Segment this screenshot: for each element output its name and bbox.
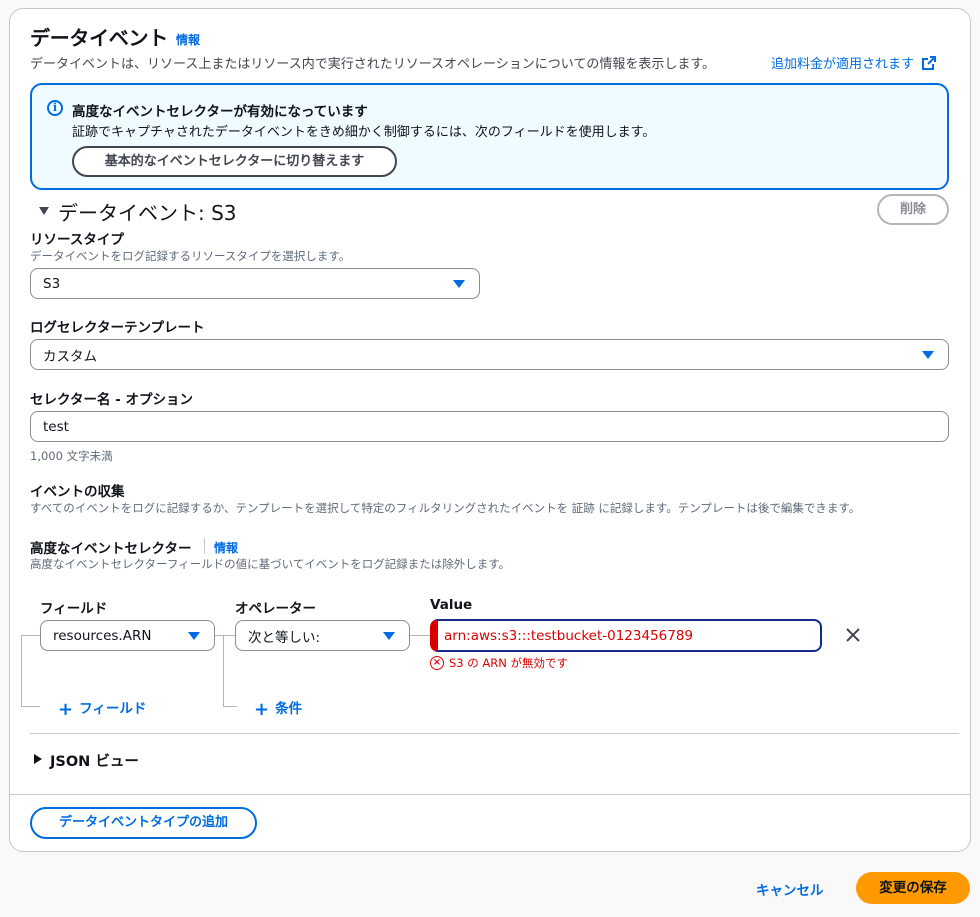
add-field-button[interactable]: + フィールド (58, 697, 146, 720)
operator-select-value: 次と等しい: (248, 629, 321, 646)
caret-down-icon (453, 279, 465, 288)
field-select-value: resources.ARN (53, 627, 152, 644)
add-field-label: フィールド (79, 701, 147, 717)
tree-line (223, 706, 237, 707)
event-collection-label: イベントの収集 (30, 484, 125, 500)
tree-line (21, 706, 40, 707)
tree-line (410, 635, 430, 636)
pricing-link-label[interactable]: 追加料金が適用されます (771, 57, 914, 72)
caret-down-icon[interactable] (38, 206, 50, 216)
switch-basic-selectors-button[interactable]: 基本的なイベントセレクターに切り替えます (72, 146, 397, 177)
selector-name-label: セレクター名 - オプション (30, 392, 193, 408)
log-selector-template-value: カスタム (43, 348, 97, 365)
header-description: データイベントは、リソース上またはリソース内で実行されたリソースオペレーションに… (30, 57, 716, 72)
operator-select[interactable]: 次と等しい: (235, 620, 410, 651)
data-event-section-title[interactable]: データイベント: S3 (58, 197, 237, 226)
tree-line (21, 635, 40, 636)
advanced-selectors-info-link[interactable]: 情報 (214, 539, 238, 556)
add-condition-label: 条件 (275, 701, 303, 717)
divider (30, 733, 959, 734)
tree-line (21, 635, 22, 706)
page-title: データイベント (30, 26, 168, 50)
json-view-toggle[interactable]: JSON ビュー (50, 750, 139, 771)
resource-type-label: リソースタイプ (30, 232, 124, 248)
divider (10, 794, 970, 795)
selector-name-input[interactable]: test (30, 411, 949, 442)
caret-right-icon[interactable] (33, 753, 43, 765)
resource-type-description: データイベントをログ記録するリソースタイプを選択します。 (30, 249, 351, 263)
remove-condition-icon[interactable] (845, 627, 861, 643)
event-collection-description: すべてのイベントをログに記録するか、テンプレートを選択して特定のフィルタリングさ… (30, 501, 861, 515)
caret-down-icon (383, 631, 395, 640)
value-error-text: S3 の ARN が無効です (449, 656, 569, 670)
operator-column-header: オペレーター (235, 601, 316, 617)
error-icon: × (430, 656, 444, 670)
caret-down-icon (922, 350, 934, 359)
label-divider (204, 538, 205, 554)
value-error: × S3 の ARN が無効です (430, 655, 568, 671)
delete-button[interactable]: 削除 (877, 194, 949, 225)
pricing-link[interactable]: 追加料金が適用されます (771, 53, 937, 72)
log-selector-template-label: ログセレクターテンプレート (30, 320, 205, 336)
alert-text: 証跡でキャプチャされたデータイベントをきめ細かく制御するには、次のフィールドを使… (72, 125, 656, 140)
advanced-selectors-description: 高度なイベントセレクターフィールドの値に基づいてイベントをログ記録または除外しま… (30, 557, 511, 571)
selector-name-hint: 1,000 文字未満 (30, 449, 113, 463)
value-input-text: arn:aws:s3:::testbucket-0123456789 (444, 627, 694, 644)
add-data-event-type-button[interactable]: データイベントタイプの追加 (30, 807, 257, 839)
external-link-icon (922, 56, 937, 70)
info-icon: i (47, 100, 63, 116)
log-selector-template-select[interactable]: カスタム (30, 339, 949, 370)
field-select[interactable]: resources.ARN (40, 620, 215, 651)
field-column-header: フィールド (40, 601, 108, 617)
resource-type-value: S3 (43, 275, 61, 292)
tree-line (215, 635, 235, 636)
selector-name-value: test (43, 418, 69, 435)
plus-icon: + (254, 699, 270, 720)
add-condition-button[interactable]: + 条件 (254, 697, 302, 720)
save-changes-button[interactable]: 変更の保存 (856, 872, 970, 904)
advanced-selectors-label: 高度なイベントセレクター (30, 541, 192, 557)
alert-title: 高度なイベントセレクターが有効になっています (72, 104, 368, 120)
tree-line (223, 635, 224, 706)
plus-icon: + (58, 699, 74, 720)
caret-down-icon (188, 631, 200, 640)
info-link[interactable]: 情報 (176, 31, 200, 48)
resource-type-select[interactable]: S3 (30, 268, 480, 299)
value-input[interactable]: arn:aws:s3:::testbucket-0123456789 (430, 619, 822, 652)
value-column-header: Value (430, 597, 473, 613)
cancel-button[interactable]: キャンセル (756, 879, 824, 899)
